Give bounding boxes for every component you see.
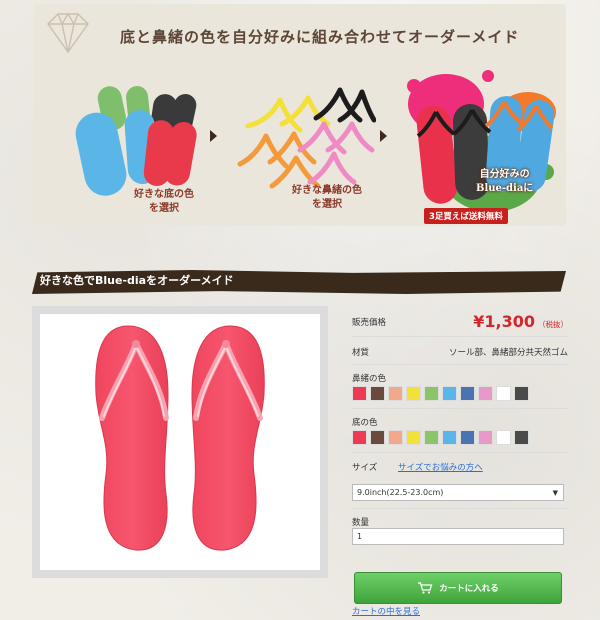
add-to-cart-button[interactable]: カートに入れる xyxy=(354,572,562,604)
flip-flop-image xyxy=(95,325,265,551)
strap-swatch-light-blue[interactable] xyxy=(442,386,457,401)
step-arrow-icon xyxy=(210,130,217,142)
divider xyxy=(352,364,568,365)
free-shipping-badge: 3足買えば送料無料 xyxy=(424,208,508,224)
banner-title: 底と鼻緒の色を自分好みに組み合わせてオーダーメイド xyxy=(120,28,520,46)
step-result-image: 自分好みの Blue-diaに xyxy=(396,54,564,222)
strap-swatch-green[interactable] xyxy=(424,386,439,401)
product-image[interactable] xyxy=(40,314,320,570)
section-title: 好きな色でBlue-diaをオーダーメイド xyxy=(40,274,234,287)
step1-caption-line1: 好きな底の色 xyxy=(134,189,194,200)
quantity-label: 数量 xyxy=(352,518,370,528)
sole-swatch-pink[interactable] xyxy=(478,430,493,445)
material-value: ソール部、鼻緒部分共天然ゴム xyxy=(448,348,568,358)
hero-banner: 底と鼻緒の色を自分好みに組み合わせてオーダーメイド 好きな底の色 を選択 好きな… xyxy=(34,4,566,226)
sole-swatch-green[interactable] xyxy=(424,430,439,445)
diamond-icon xyxy=(47,12,89,54)
price-value: ¥1,300 xyxy=(473,312,535,331)
view-cart-link[interactable]: カートの中を見る xyxy=(352,605,420,617)
step3-caption-line1: 自分好みの xyxy=(479,169,530,180)
strap-swatch-pink[interactable] xyxy=(478,386,493,401)
step-arrow-icon xyxy=(380,130,387,142)
divider xyxy=(352,452,568,453)
step2-caption-line1: 好きな鼻緒の色 xyxy=(292,185,362,196)
step2-caption-line2: を選択 xyxy=(312,199,342,210)
step1-caption-line2: を選択 xyxy=(149,203,179,214)
sole-swatch-red[interactable] xyxy=(352,430,367,445)
sole-color-swatches xyxy=(352,430,529,445)
strap-swatch-white[interactable] xyxy=(496,386,511,401)
section-heading: 好きな色でBlue-diaをオーダーメイド xyxy=(26,266,566,294)
divider xyxy=(352,408,568,409)
price-label: 販売価格 xyxy=(352,318,387,328)
size-select-value: 9.0inch(22.5-23.0cm) xyxy=(357,488,444,497)
strap-swatch-blue[interactable] xyxy=(460,386,475,401)
material-label: 材質 xyxy=(352,348,370,358)
sole-swatch-yellow[interactable] xyxy=(406,430,421,445)
sole-swatch-blue[interactable] xyxy=(460,430,475,445)
strap-swatch-salmon[interactable] xyxy=(388,386,403,401)
strap-color-label: 鼻緒の色 xyxy=(352,374,387,384)
size-label: サイズ xyxy=(352,463,378,473)
sole-swatch-salmon[interactable] xyxy=(388,430,403,445)
step-sole-image: 好きな底の色 を選択 xyxy=(72,84,198,216)
step-strap-image: 好きな鼻緒の色 を選択 xyxy=(236,80,376,216)
sole-swatch-brown[interactable] xyxy=(370,430,385,445)
chevron-down-icon: ▼ xyxy=(552,489,558,497)
strap-swatch-red[interactable] xyxy=(352,386,367,401)
size-select[interactable]: 9.0inch(22.5-23.0cm) ▼ xyxy=(352,484,564,501)
size-help-link[interactable]: サイズでお悩みの方へ xyxy=(398,461,483,473)
divider xyxy=(352,336,568,337)
add-to-cart-label: カートに入れる xyxy=(439,584,499,594)
product-image-frame xyxy=(32,306,328,578)
sole-swatch-light-blue[interactable] xyxy=(442,430,457,445)
strap-swatch-black[interactable] xyxy=(514,386,529,401)
tax-note: （税抜） xyxy=(538,320,568,329)
price: ¥1,300 （税抜） xyxy=(473,312,568,331)
strap-swatch-yellow[interactable] xyxy=(406,386,421,401)
cart-icon xyxy=(418,582,433,594)
quantity-input[interactable] xyxy=(352,528,564,545)
strap-swatch-brown[interactable] xyxy=(370,386,385,401)
strap-color-swatches xyxy=(352,386,529,401)
divider xyxy=(352,508,568,509)
sole-swatch-white[interactable] xyxy=(496,430,511,445)
step3-caption-line2: Blue-diaに xyxy=(476,183,534,194)
sole-color-label: 底の色 xyxy=(352,418,378,428)
sole-swatch-black[interactable] xyxy=(514,430,529,445)
